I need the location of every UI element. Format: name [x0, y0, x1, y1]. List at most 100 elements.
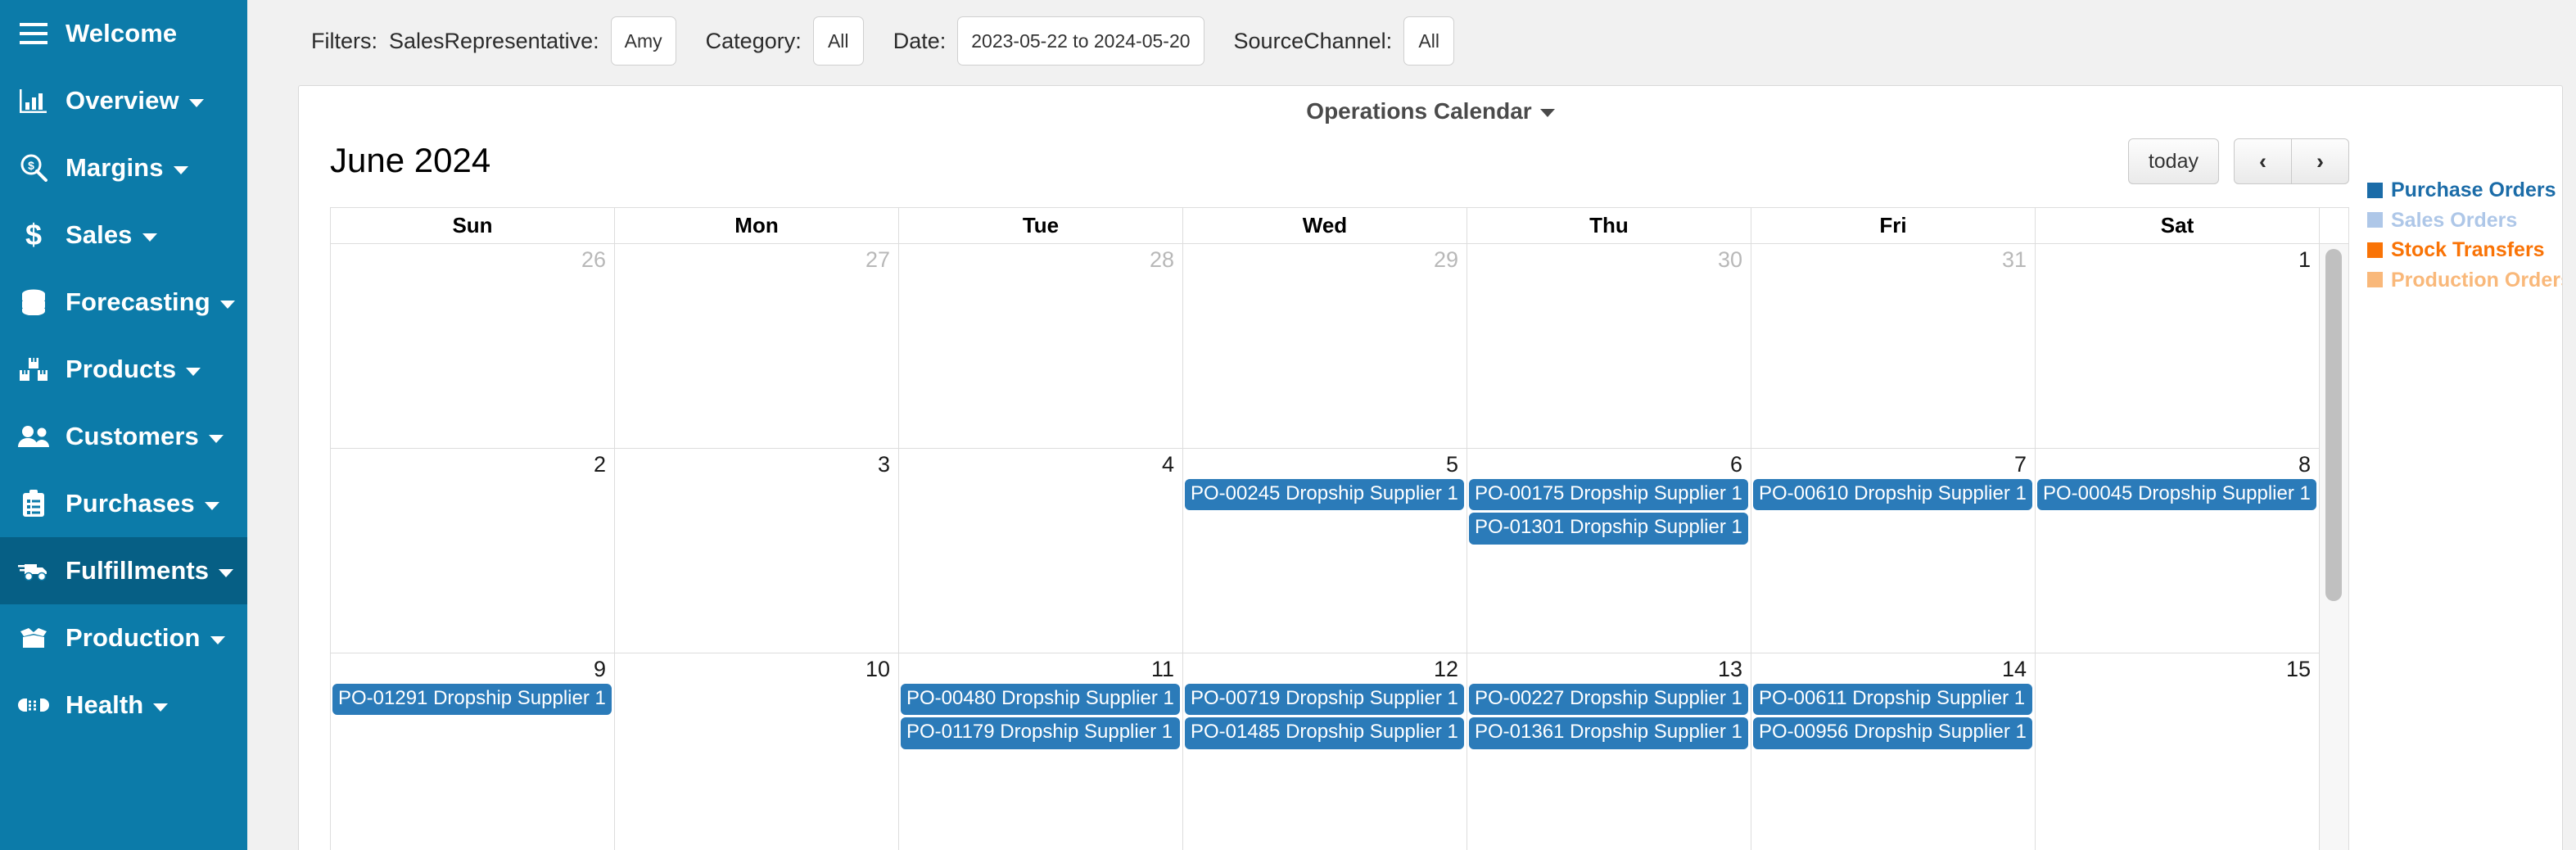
sidebar-item-sales[interactable]: $ Sales — [0, 201, 247, 269]
day-number: 30 — [1717, 247, 1742, 272]
calendar-day-cell[interactable]: 27 — [614, 243, 899, 449]
sidebar-item-health[interactable]: Health — [0, 671, 247, 739]
sidebar-item-forecasting[interactable]: Forecasting — [0, 269, 247, 336]
calendar-day-cell[interactable]: 26 — [330, 243, 615, 449]
sidebar-item-customers[interactable]: Customers — [0, 403, 247, 470]
bandage-icon — [18, 689, 49, 721]
calendar-event[interactable]: PO-00245 Dropship Supplier 1 — [1185, 479, 1464, 511]
today-button[interactable]: today — [2127, 138, 2219, 184]
sidebar-item-purchases[interactable]: Purchases — [0, 470, 247, 537]
sidebar-item-label: Purchases — [66, 489, 195, 518]
prev-next-button-group: ‹ › — [2234, 138, 2349, 184]
calendar-scrollbar[interactable] — [2320, 207, 2349, 850]
calendar-day-cell[interactable]: 8 PO-00045 Dropship Supplier 1 — [2035, 448, 2320, 653]
calendar-event[interactable]: PO-00611 Dropship Supplier 1 — [1753, 684, 2032, 716]
operations-calendar-card: Operations Calendar June 2024 today ‹ › — [298, 85, 2563, 850]
legend-item[interactable]: Sales Orders — [2367, 206, 2562, 235]
sidebar-item-label: Products — [66, 355, 177, 383]
calendar-day-cell[interactable]: 11 PO-00480 Dropship Supplier 1 PO-01179 D… — [898, 653, 1183, 850]
calendar-week-row: 9 PO-01291 Dropship Supplier 1 10 11 PO-0048… — [330, 653, 2320, 850]
legend-item[interactable]: Stock Transfers — [2367, 236, 2562, 264]
calendar-day-cell[interactable]: 31 — [1751, 243, 2036, 449]
calendar-event[interactable]: PO-00610 Dropship Supplier 1 — [1753, 479, 2032, 511]
calendar-day-cell[interactable]: 13 PO-00227 Dropship Supplier 1 PO-01361 D… — [1467, 653, 1751, 850]
filter-value-button[interactable]: All — [1403, 16, 1455, 66]
calendar-event[interactable]: PO-00227 Dropship Supplier 1 — [1469, 684, 1748, 716]
legend-label: Stock Transfers — [2391, 238, 2545, 261]
boxes-icon — [18, 353, 49, 386]
calendar-day-cell[interactable]: 4 — [898, 448, 1183, 653]
calendar-day-cell[interactable]: 2 — [330, 448, 615, 653]
sidebar-item-fulfillments[interactable]: Fulfillments — [0, 537, 247, 604]
scrollbar-thumb[interactable] — [2325, 249, 2342, 601]
day-number: 31 — [2001, 247, 2027, 272]
prev-month-button[interactable]: ‹ — [2234, 138, 2292, 184]
filter-value-button[interactable]: All — [812, 16, 864, 66]
day-events: PO-00719 Dropship Supplier 1 PO-01485 Dro… — [1183, 684, 1467, 749]
calendar-event[interactable]: PO-01361 Dropship Supplier 1 — [1469, 717, 1748, 749]
sidebar-item-margins[interactable]: $ Margins — [0, 134, 247, 201]
weekday-header-tue: Tue — [898, 207, 1183, 244]
calendar-day-cell[interactable]: 6 PO-00175 Dropship Supplier 1 PO-01301 Dr… — [1467, 448, 1751, 653]
chevron-left-icon: ‹ — [2259, 148, 2266, 174]
filters-label: Filters: — [311, 28, 377, 53]
weekday-header-mon: Mon — [614, 207, 899, 244]
legend-item[interactable]: Purchase Orders — [2367, 176, 2562, 205]
calendar-event[interactable]: PO-00956 Dropship Supplier 1 — [1753, 717, 2032, 749]
calendar-event[interactable]: PO-00719 Dropship Supplier 1 — [1185, 684, 1464, 716]
sidebar-item-label: Sales — [66, 220, 133, 249]
calendar-event[interactable]: PO-00480 Dropship Supplier 1 — [901, 684, 1180, 716]
calendar-day-cell[interactable]: 14 PO-00611 Dropship Supplier 1 PO-00956 D… — [1751, 653, 2036, 850]
filter-field: Category: All — [706, 16, 893, 66]
filter-value-button[interactable]: Amy — [610, 16, 676, 66]
calendar: June 2024 today ‹ › Sun Mon Tue Wed Thu Fri Sa… — [330, 138, 2349, 850]
sidebar-item-overview[interactable]: Overview — [0, 67, 247, 134]
calendar-day-cell[interactable]: 28 — [898, 243, 1183, 449]
calendar-day-cell[interactable]: 12 PO-00719 Dropship Supplier 1 PO-01485 D… — [1182, 653, 1467, 850]
bar-chart-icon — [18, 84, 49, 117]
calendar-day-cell[interactable]: 15 — [2035, 653, 2320, 850]
sidebar-item-welcome[interactable]: Welcome — [0, 0, 247, 67]
dollar-sign-icon: $ — [18, 219, 49, 251]
sidebar: Welcome Overview $ Margins $ Sales Forecasting… — [0, 0, 247, 850]
day-number: 8 — [2298, 452, 2311, 477]
sidebar-item-label: Fulfillments — [66, 556, 210, 585]
calendar-event[interactable]: PO-01301 Dropship Supplier 1 — [1469, 513, 1748, 545]
legend-label: Sales Orders — [2391, 208, 2518, 232]
calendar-event[interactable]: PO-00045 Dropship Supplier 1 — [2037, 479, 2316, 511]
clipboard-list-icon — [18, 487, 49, 520]
day-number: 7 — [2013, 452, 2027, 477]
day-number: 10 — [865, 657, 890, 681]
svg-text:$: $ — [28, 159, 34, 172]
calendar-day-cell[interactable]: 7 PO-00610 Dropship Supplier 1 — [1751, 448, 2036, 653]
next-month-button[interactable]: › — [2292, 138, 2349, 184]
sidebar-item-text-wrap: Fulfillments — [66, 556, 234, 586]
legend-item[interactable]: Production Orders — [2367, 266, 2562, 295]
filter-value-button[interactable]: 2023-05-22 to 2024-05-20 — [957, 16, 1204, 66]
calendar-day-cell[interactable]: 29 — [1182, 243, 1467, 449]
calendar-day-cell[interactable]: 9 PO-01291 Dropship Supplier 1 — [330, 653, 615, 850]
filters-bar: Filters: SalesRepresentative: Amy Category… — [247, 0, 2576, 82]
filter-field: SalesRepresentative: Amy — [389, 16, 706, 66]
calendar-day-cell[interactable]: 30 — [1467, 243, 1751, 449]
svg-text:$: $ — [25, 220, 42, 250]
filter-label: Date: — [893, 28, 947, 53]
operations-calendar-dropdown[interactable]: Operations Calendar — [1306, 98, 1555, 124]
calendar-week-row: 2 3 4 5 PO-00245 Dropship Supplier 1 6 PO-0017… — [330, 448, 2320, 653]
calendar-day-cell[interactable]: 5 PO-00245 Dropship Supplier 1 — [1182, 448, 1467, 653]
calendar-event[interactable]: PO-01291 Dropship Supplier 1 — [332, 684, 612, 716]
calendar-day-cell[interactable]: 1 — [2035, 243, 2320, 449]
day-events: PO-00480 Dropship Supplier 1 PO-01179 Dro… — [899, 684, 1182, 749]
calendar-day-cell[interactable]: 10 — [614, 653, 899, 850]
calendar-event[interactable]: PO-01179 Dropship Supplier 1 — [901, 717, 1180, 749]
calendar-event[interactable]: PO-01485 Dropship Supplier 1 — [1185, 717, 1464, 749]
calendar-grid: Sun Mon Tue Wed Thu Fri Sat 26 27 28 29 30 31 1 2 3 4 5 P… — [330, 207, 2320, 850]
calendar-wrapper: June 2024 today ‹ › Sun Mon Tue Wed Thu Fri Sa… — [299, 125, 2562, 850]
calendar-day-cell[interactable]: 3 — [614, 448, 899, 653]
card-title-text: Operations Calendar — [1306, 98, 1532, 124]
sidebar-item-production[interactable]: Production — [0, 604, 247, 671]
calendar-month-title: June 2024 — [330, 141, 491, 179]
sidebar-item-products[interactable]: Products — [0, 336, 247, 403]
calendar-event[interactable]: PO-00175 Dropship Supplier 1 — [1469, 479, 1748, 511]
day-events: PO-00611 Dropship Supplier 1 PO-00956 Dro… — [1751, 684, 2035, 749]
